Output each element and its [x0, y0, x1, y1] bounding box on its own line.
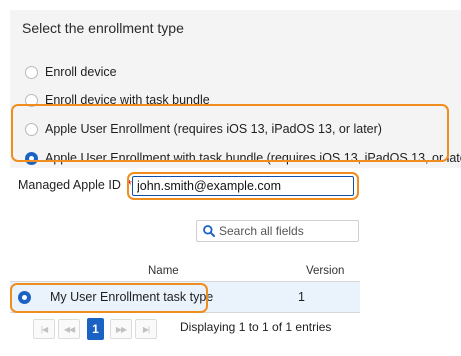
option-apple-user-enrollment[interactable]: Apple User Enrollment (requires iOS 13, … [25, 117, 382, 141]
enrollment-type-panel: Select the enrollment type Enroll device… [10, 10, 461, 168]
radio-enroll-device-task-bundle[interactable] [25, 93, 38, 107]
last-page-button[interactable]: ▶| [135, 319, 157, 339]
panel-title: Select the enrollment type [22, 20, 184, 36]
required-marker: * [126, 178, 132, 192]
option-enroll-device-task-bundle[interactable]: Enroll device with task bundle [25, 88, 210, 112]
option-label: Apple User Enrollment with task bundle (… [45, 151, 461, 165]
page-number-button[interactable]: 1 [87, 318, 104, 340]
option-label: Apple User Enrollment (requires iOS 13, … [45, 122, 382, 136]
search-box[interactable] [196, 220, 359, 242]
managed-apple-id-input[interactable] [132, 176, 354, 196]
search-icon [203, 225, 215, 237]
search-input[interactable] [219, 224, 354, 238]
option-apple-user-enrollment-task-bundle[interactable]: Apple User Enrollment with task bundle (… [25, 146, 461, 170]
prev-page-button[interactable]: ◀◀ [58, 319, 80, 339]
radio-apple-user-enrollment-task-bundle[interactable] [25, 151, 38, 165]
table-header: Name Version [10, 261, 360, 282]
option-label: Enroll device with task bundle [45, 93, 210, 107]
option-label: Enroll device [45, 65, 117, 79]
first-page-button[interactable]: |◀ [33, 319, 55, 339]
pagination-status: Displaying 1 to 1 of 1 entries [180, 320, 332, 334]
pagination: |◀ ◀◀ 1 ▶▶ ▶| [33, 318, 160, 340]
managed-apple-id-label: Managed Apple ID * [18, 178, 132, 192]
column-header-version[interactable]: Version [306, 265, 344, 277]
radio-apple-user-enrollment[interactable] [25, 122, 38, 136]
radio-enroll-device[interactable] [25, 65, 38, 79]
column-header-name[interactable]: Name [148, 265, 179, 277]
row-radio[interactable] [18, 291, 31, 304]
next-page-button[interactable]: ▶▶ [110, 319, 132, 339]
option-enroll-device[interactable]: Enroll device [25, 60, 117, 84]
table-row[interactable]: My User Enrollment task type 1 [10, 282, 360, 313]
row-version: 1 [298, 290, 305, 304]
row-name: My User Enrollment task type [50, 290, 214, 304]
task-type-table: Name Version My User Enrollment task typ… [10, 261, 360, 313]
